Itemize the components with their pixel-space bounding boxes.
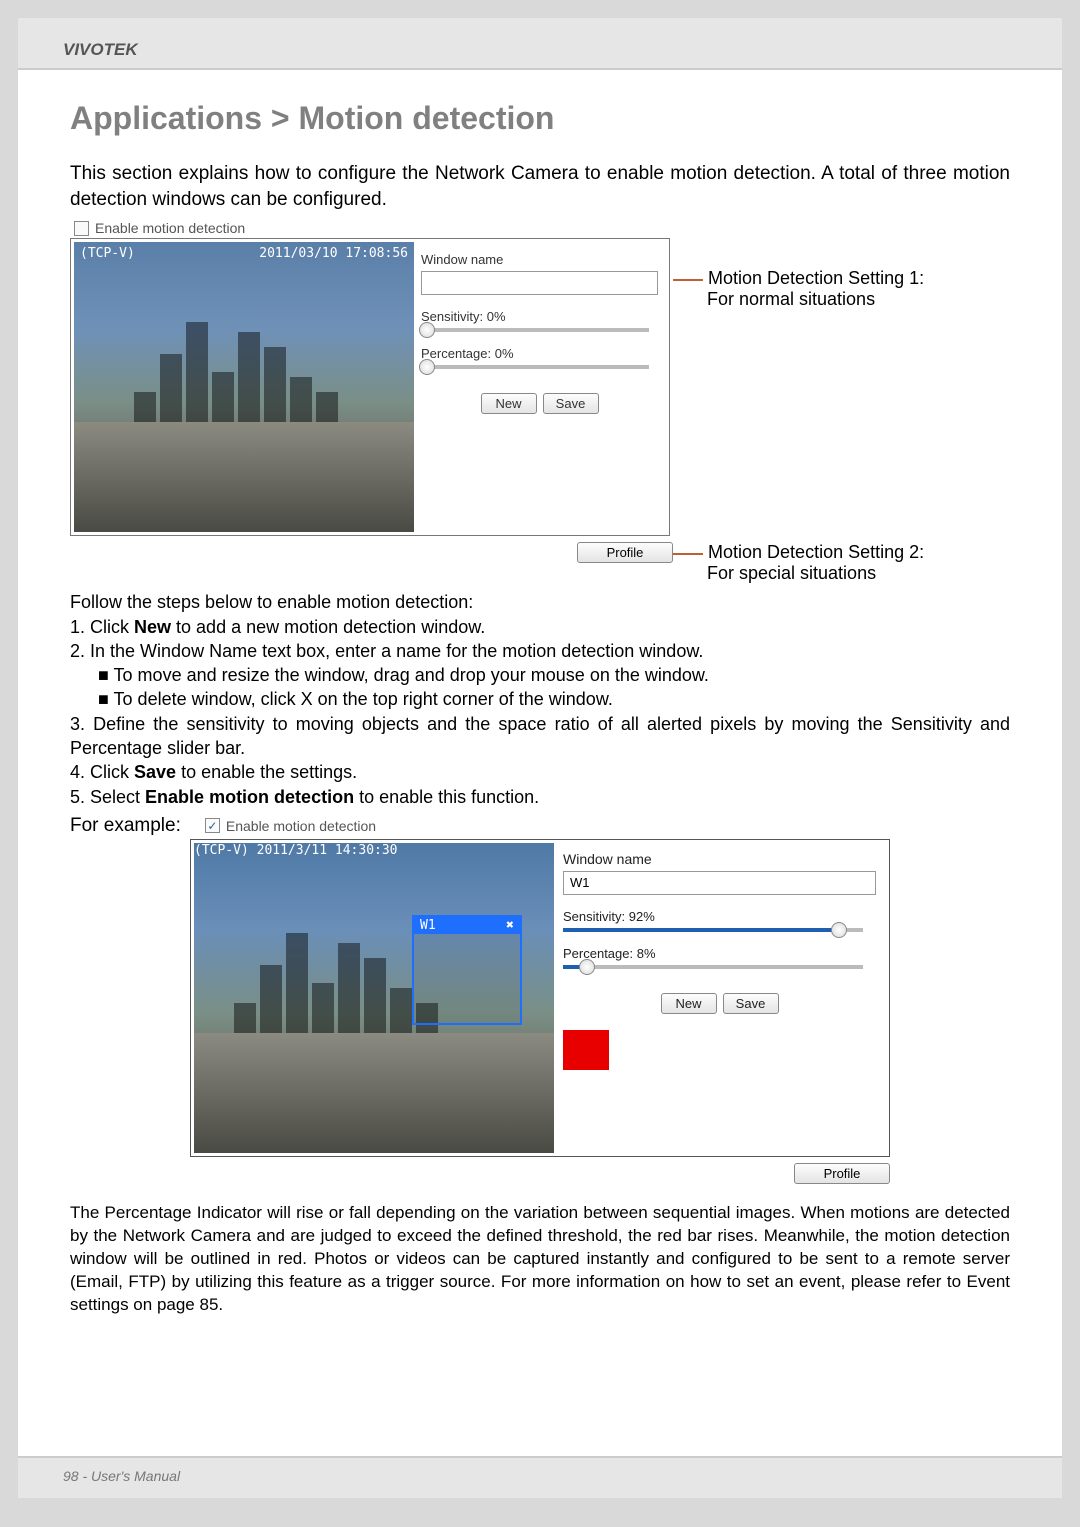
- page-title: Applications > Motion detection: [70, 100, 1010, 137]
- motion-window-title: W1: [420, 918, 436, 933]
- sensitivity-slider[interactable]: [421, 328, 649, 332]
- enable-motion-label: Enable motion detection: [95, 220, 245, 236]
- window-name-label: Window name: [421, 252, 658, 267]
- sensitivity-label-2: Sensitivity: 92%: [563, 909, 876, 924]
- percentage-label-2: Percentage: 8%: [563, 946, 876, 961]
- step-1: 1. Click New to add a new motion detecti…: [70, 615, 1010, 639]
- step-2a: ■ To move and resize the window, drag an…: [70, 663, 1010, 687]
- steps-lead: Follow the steps below to enable motion …: [70, 590, 1010, 614]
- percentage-slider[interactable]: [421, 365, 649, 369]
- annotation-2: Motion Detection Setting 2: For special …: [707, 542, 1010, 584]
- brand-text: VIVOTEK: [63, 40, 138, 59]
- enable-motion-checkbox-unchecked[interactable]: [74, 221, 89, 236]
- camera-timestamp: 2011/03/10 17:08:56: [259, 246, 408, 261]
- step-4: 4. Click Save to enable the settings.: [70, 760, 1010, 784]
- step-5: 5. Select Enable motion detection to ena…: [70, 785, 1010, 809]
- new-button[interactable]: New: [481, 393, 537, 414]
- camera-id-2: (TCP-V): [194, 843, 249, 858]
- camera-preview-1[interactable]: (TCP-V) 2011/03/10 17:08:56: [74, 242, 414, 532]
- window-name-label-2: Window name: [563, 851, 876, 867]
- percentage-indicator: [563, 1030, 609, 1070]
- step-3: 3. Define the sensitivity to moving obje…: [70, 712, 1010, 761]
- camera-id: (TCP-V): [80, 246, 135, 261]
- step-2: 2. In the Window Name text box, enter a …: [70, 639, 1010, 663]
- window-name-input-2[interactable]: [563, 871, 876, 895]
- close-icon[interactable]: ✖: [506, 918, 514, 933]
- window-name-input[interactable]: [421, 271, 658, 295]
- explanation-paragraph: The Percentage Indicator will rise or fa…: [70, 1202, 1010, 1317]
- motion-settings-panel-2: (TCP-V) 2011/3/11 14:30:30 W1 ✖: [190, 839, 890, 1157]
- enable-motion-label-2: Enable motion detection: [226, 818, 376, 834]
- profile-button-2[interactable]: Profile: [794, 1163, 890, 1184]
- for-example-label: For example:: [70, 815, 181, 837]
- save-button-2[interactable]: Save: [723, 993, 779, 1014]
- footer-text: 98 - User's Manual: [63, 1468, 180, 1484]
- save-button[interactable]: Save: [543, 393, 599, 414]
- motion-window-w1[interactable]: W1 ✖: [412, 915, 522, 1025]
- brand-header: VIVOTEK: [18, 18, 1062, 70]
- percentage-slider-2[interactable]: [563, 965, 863, 969]
- intro-paragraph: This section explains how to configure t…: [70, 161, 1010, 212]
- new-button-2[interactable]: New: [661, 993, 717, 1014]
- camera-preview-2[interactable]: (TCP-V) 2011/3/11 14:30:30 W1 ✖: [194, 843, 554, 1153]
- sensitivity-label: Sensitivity: 0%: [421, 309, 658, 324]
- camera-timestamp-2: 2011/3/11 14:30:30: [257, 843, 398, 858]
- step-2b: ■ To delete window, click X on the top r…: [70, 687, 1010, 711]
- profile-button[interactable]: Profile: [577, 542, 673, 563]
- enable-motion-checkbox-checked[interactable]: ✓: [205, 818, 220, 833]
- percentage-label: Percentage: 0%: [421, 346, 658, 361]
- annotation-1: Motion Detection Setting 1: For normal s…: [707, 268, 1010, 310]
- steps-list: Follow the steps below to enable motion …: [70, 590, 1010, 809]
- motion-settings-panel-1: (TCP-V) 2011/03/10 17:08:56 Window name: [70, 238, 670, 536]
- sensitivity-slider-2[interactable]: [563, 928, 863, 932]
- page-footer: 98 - User's Manual: [18, 1456, 1062, 1498]
